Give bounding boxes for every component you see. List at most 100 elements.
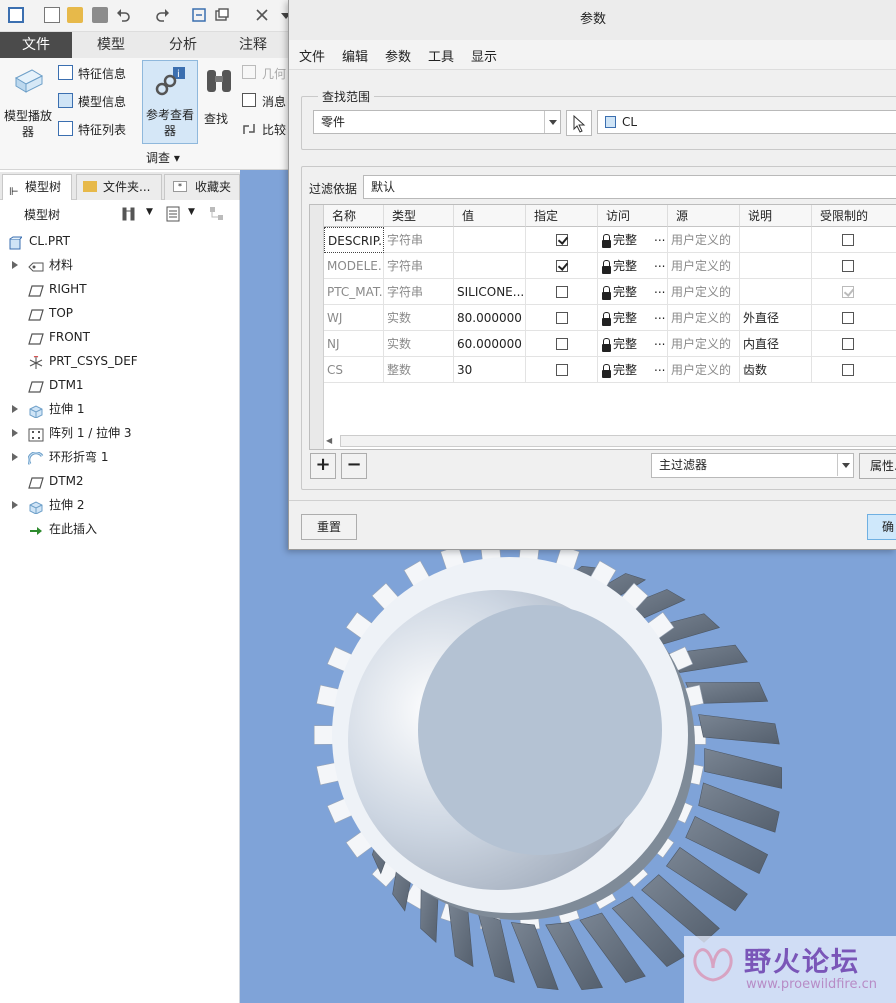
tree-item[interactable]: CL.PRT [0,229,238,253]
main-filter-select[interactable]: 主过滤器 [651,453,854,478]
col-name-cell[interactable]: WJ [324,305,384,331]
tree-item[interactable]: RIGHT [0,277,238,301]
expand-chevron-icon[interactable] [12,453,18,461]
col-restricted-header[interactable]: 受限制的 [812,205,896,227]
tab-model-tree[interactable]: ⊩ 模型树 [2,174,72,200]
tree-item[interactable]: 环形折弯 1 [0,445,238,469]
col-name-cell[interactable]: DESCRIP... [324,227,384,253]
tree-item[interactable]: FRONT [0,325,238,349]
table-row[interactable]: CS 整数 30 完整... 用户定义的 齿数 [310,357,896,383]
tree-item[interactable]: PRT_CSYS_DEF [0,349,238,373]
tab-model[interactable]: 模型 [76,32,146,58]
reset-button[interactable]: 重置 [301,514,357,540]
model-player-button[interactable]: 模型播放器 [2,62,54,142]
col-value-cell[interactable] [454,227,526,253]
col-name-cell[interactable]: CS [324,357,384,383]
tree-item[interactable]: 拉伸 1 [0,397,238,421]
expand-chevron-icon[interactable] [12,429,18,437]
tree-item[interactable]: DTM1 [0,373,238,397]
access-more-icon[interactable]: ... [654,357,665,380]
col-value-cell[interactable] [454,253,526,279]
redo-icon[interactable] [154,7,170,23]
tab-analysis[interactable]: 分析 [148,32,218,58]
menu-tools[interactable]: 工具 [428,46,454,65]
table-row[interactable]: DESCRIP... 字符串 完整... 用户定义的 [310,227,896,253]
col-access-header[interactable]: 访问 [598,205,668,227]
access-more-icon[interactable]: ... [654,279,665,302]
tree-item[interactable]: 阵列 1 / 拉伸 3 [0,421,238,445]
tree-settings-dropdown-icon[interactable]: ▼ [146,207,153,217]
col-designated-header[interactable]: 指定 [526,205,598,227]
col-description-cell[interactable] [740,227,812,253]
col-description-header[interactable]: 说明 [740,205,812,227]
scope-object-field[interactable]: CL [597,110,896,134]
tab-annotate[interactable]: 注释 [220,32,286,58]
designated-checkbox[interactable] [556,260,568,272]
properties-button[interactable]: 属性... [859,453,896,479]
col-value-cell[interactable]: SILICONE... [454,279,526,305]
menu-edit[interactable]: 编辑 [342,46,368,65]
tree-item[interactable]: 拉伸 2 [0,493,238,517]
expand-chevron-icon[interactable] [12,405,18,413]
tree-item[interactable]: TOP [0,301,238,325]
find-button[interactable]: 查找 [202,62,236,142]
menu-display[interactable]: 显示 [471,46,497,65]
col-value-header[interactable]: 值 [454,205,526,227]
tab-favorites[interactable]: * 收藏夹 [164,174,240,200]
access-more-icon[interactable]: ... [654,253,665,276]
restricted-checkbox[interactable] [842,338,854,350]
tree-item[interactable]: 在此插入 [0,517,238,541]
col-description-cell[interactable]: 外直径 [740,305,812,331]
ok-button[interactable]: 确 [867,514,896,540]
tab-file[interactable]: 文件 [0,32,72,58]
ribbon-group-label[interactable]: 调查 ▾ [146,149,180,166]
table-row[interactable]: PTC_MAT... 字符串 SILICONE... 完整... 用户定义的 [310,279,896,305]
scope-select[interactable]: 零件 [313,110,561,134]
col-name-header[interactable]: 名称 [324,205,384,227]
open-folder-icon[interactable] [67,7,83,23]
restricted-checkbox[interactable] [842,364,854,376]
restricted-checkbox[interactable] [842,260,854,272]
access-more-icon[interactable]: ... [654,305,665,328]
designated-checkbox[interactable] [556,338,568,350]
expand-chevron-icon[interactable] [12,501,18,509]
col-type-header[interactable]: 类型 [384,205,454,227]
scroll-left-icon[interactable]: ◀ [326,436,332,445]
col-description-cell[interactable]: 内直径 [740,331,812,357]
regenerate-icon[interactable] [191,7,207,23]
tree-filter-icon[interactable] [208,205,228,223]
undo-icon[interactable] [116,7,132,23]
designated-checkbox[interactable] [556,364,568,376]
save-icon[interactable] [92,7,108,23]
windows-icon[interactable] [214,7,230,23]
designated-checkbox[interactable] [556,312,568,324]
col-name-cell[interactable]: NJ [324,331,384,357]
tree-settings-icon[interactable] [120,205,138,223]
tree-columns-icon[interactable] [164,205,182,223]
table-row[interactable]: NJ 实数 60.000000 完整... 用户定义的 内直径 [310,331,896,357]
designated-checkbox[interactable] [556,234,568,246]
restricted-checkbox[interactable] [842,234,854,246]
table-horizontal-scrollbar[interactable] [340,435,896,447]
tab-folder-browser[interactable]: 文件夹... [76,174,162,200]
app-menu-icon[interactable] [8,7,24,23]
col-value-cell[interactable]: 30 [454,357,526,383]
select-pointer-button[interactable] [566,110,592,136]
table-row[interactable]: WJ 实数 80.000000 完整... 用户定义的 外直径 [310,305,896,331]
filter-select[interactable]: 默认 [363,175,896,199]
col-value-cell[interactable]: 60.000000 [454,331,526,357]
menu-parameter[interactable]: 参数 [385,46,411,65]
col-name-cell[interactable]: PTC_MAT... [324,279,384,305]
reference-viewer-button[interactable]: i 参考查看器 [142,60,198,144]
new-file-icon[interactable] [44,7,60,23]
menu-file[interactable]: 文件 [299,46,325,65]
remove-parameter-button[interactable]: − [341,453,367,479]
col-value-cell[interactable]: 80.000000 [454,305,526,331]
table-row[interactable]: MODELE... 字符串 完整... 用户定义的 [310,253,896,279]
col-description-cell[interactable] [740,279,812,305]
col-description-cell[interactable] [740,253,812,279]
tree-item[interactable]: 材料 [0,253,238,277]
col-name-cell[interactable]: MODELE... [324,253,384,279]
add-parameter-button[interactable]: + [310,453,336,479]
access-more-icon[interactable]: ... [654,331,665,354]
